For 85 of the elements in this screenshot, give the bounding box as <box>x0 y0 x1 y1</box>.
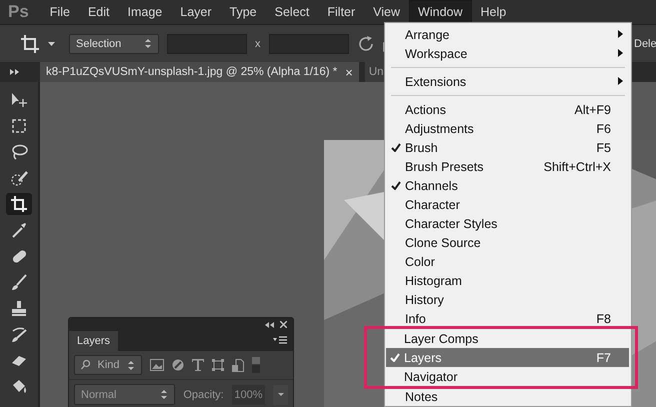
menu-bar-item[interactable]: Select <box>266 0 318 24</box>
tool-button[interactable] <box>6 193 32 215</box>
rotate-icon <box>356 34 374 52</box>
close-button[interactable]: × <box>345 64 353 80</box>
menu-item[interactable]: Info F8 <box>387 309 629 328</box>
menu-item[interactable]: Character Styles <box>387 214 629 233</box>
menu-item[interactable]: Brush Presets Shift+Ctrl+X <box>387 157 629 176</box>
option-label: Dele <box>634 38 656 50</box>
quick-select-icon <box>10 169 28 187</box>
opacity-dropdown-button[interactable] <box>273 384 288 404</box>
menu-item[interactable]: Layers F7 <box>386 348 629 367</box>
menu-item[interactable]: Extensions <box>387 72 629 91</box>
menu-bar-item[interactable]: File <box>40 0 79 24</box>
check-icon <box>391 143 401 152</box>
check-icon <box>390 353 400 362</box>
caret-icon <box>278 393 284 396</box>
marquee-icon <box>10 117 28 135</box>
smart-object-icon <box>232 358 244 372</box>
shortcut-text: F5 <box>596 140 611 154</box>
up-down-icon <box>144 38 152 49</box>
caret-icon <box>48 42 55 46</box>
menu-bar-item[interactable]: Window <box>409 0 472 24</box>
type-icon <box>192 359 204 371</box>
crop-icon <box>20 34 40 54</box>
menu-item[interactable]: Clone Source <box>387 233 629 252</box>
menu-item[interactable]: Color <box>387 252 629 271</box>
shortcut-text: Alt+F9 <box>574 102 611 116</box>
up-down-icon <box>160 389 168 400</box>
shortcut-text: F7 <box>596 350 611 364</box>
tab-title: Un <box>368 66 384 78</box>
stamp-icon <box>10 299 28 317</box>
tab-title: k8-P1uZQsVUSmY-unsplash-1.jpg @ 25% (Alpha 1/16) * <box>46 66 338 78</box>
menu-bar-item[interactable]: View <box>364 0 410 24</box>
shortcut-text: F8 <box>596 312 611 326</box>
history-brush-icon <box>10 325 28 343</box>
mode-dropdown[interactable]: Selection <box>69 34 159 54</box>
panel-menu-icon <box>273 336 287 346</box>
height-field[interactable] <box>268 34 348 54</box>
app-logo: Ps <box>8 2 29 22</box>
menu-item[interactable]: Layer Comps <box>386 329 629 348</box>
panel-tab[interactable]: Layers <box>69 331 118 351</box>
check-icon <box>391 181 401 190</box>
menu-bar-item[interactable]: Filter <box>318 0 364 24</box>
menu-item[interactable]: Navigator <box>386 367 629 386</box>
menu-item[interactable]: Actions Alt+F9 <box>387 100 629 119</box>
document-tab[interactable]: k8-P1uZQsVUSmY-unsplash-1.jpg @ 25% (Alpha 1/16) * × <box>40 62 359 82</box>
menu-bar-item[interactable]: Edit <box>78 0 118 24</box>
eyedropper-icon <box>10 221 28 239</box>
menu-bar-item[interactable]: Help <box>472 0 516 24</box>
menu-bar-item[interactable]: Layer <box>171 0 221 24</box>
menu-item[interactable]: Brush F5 <box>387 138 629 157</box>
close-icon <box>280 321 287 328</box>
menu-item[interactable]: Character <box>387 195 629 214</box>
width-field[interactable] <box>167 34 247 54</box>
menu-item[interactable]: History <box>387 290 629 309</box>
menu-item[interactable]: Histogram <box>387 271 629 290</box>
menu-item[interactable]: Arrange <box>387 25 629 44</box>
toggle-icon <box>252 357 260 373</box>
adjustment-icon <box>172 359 184 371</box>
submenu-arrow-icon <box>618 30 623 38</box>
search-icon <box>81 360 90 370</box>
filter-dropdown[interactable]: Kind <box>74 355 142 375</box>
image-icon <box>150 359 164 371</box>
times-label: x <box>255 38 260 50</box>
opacity-label: Opacity: <box>183 388 224 400</box>
move-icon <box>10 91 28 109</box>
opacity-field[interactable]: 100% <box>232 384 266 404</box>
collapse-icon <box>265 322 274 328</box>
shortcut-text: Shift+Ctrl+X <box>544 160 611 174</box>
bucket-icon <box>10 377 28 395</box>
expand-icon <box>10 69 20 75</box>
shortcut-text: F6 <box>596 122 611 136</box>
menu-bar-item[interactable]: Type <box>220 0 266 24</box>
submenu-arrow-icon <box>618 77 623 85</box>
menu-item[interactable]: Workspace <box>387 44 629 63</box>
brush-icon <box>10 273 28 291</box>
menu-bar-item[interactable]: Image <box>118 0 172 24</box>
crop-icon <box>10 195 28 213</box>
menu-item[interactable]: Channels <box>387 176 629 195</box>
shape-icon <box>212 359 224 371</box>
lasso-icon <box>10 143 28 161</box>
menu-item[interactable]: Adjustments F6 <box>387 119 629 138</box>
menu-item[interactable]: Notes <box>387 387 629 406</box>
submenu-arrow-icon <box>618 49 623 57</box>
up-down-icon <box>127 360 135 370</box>
